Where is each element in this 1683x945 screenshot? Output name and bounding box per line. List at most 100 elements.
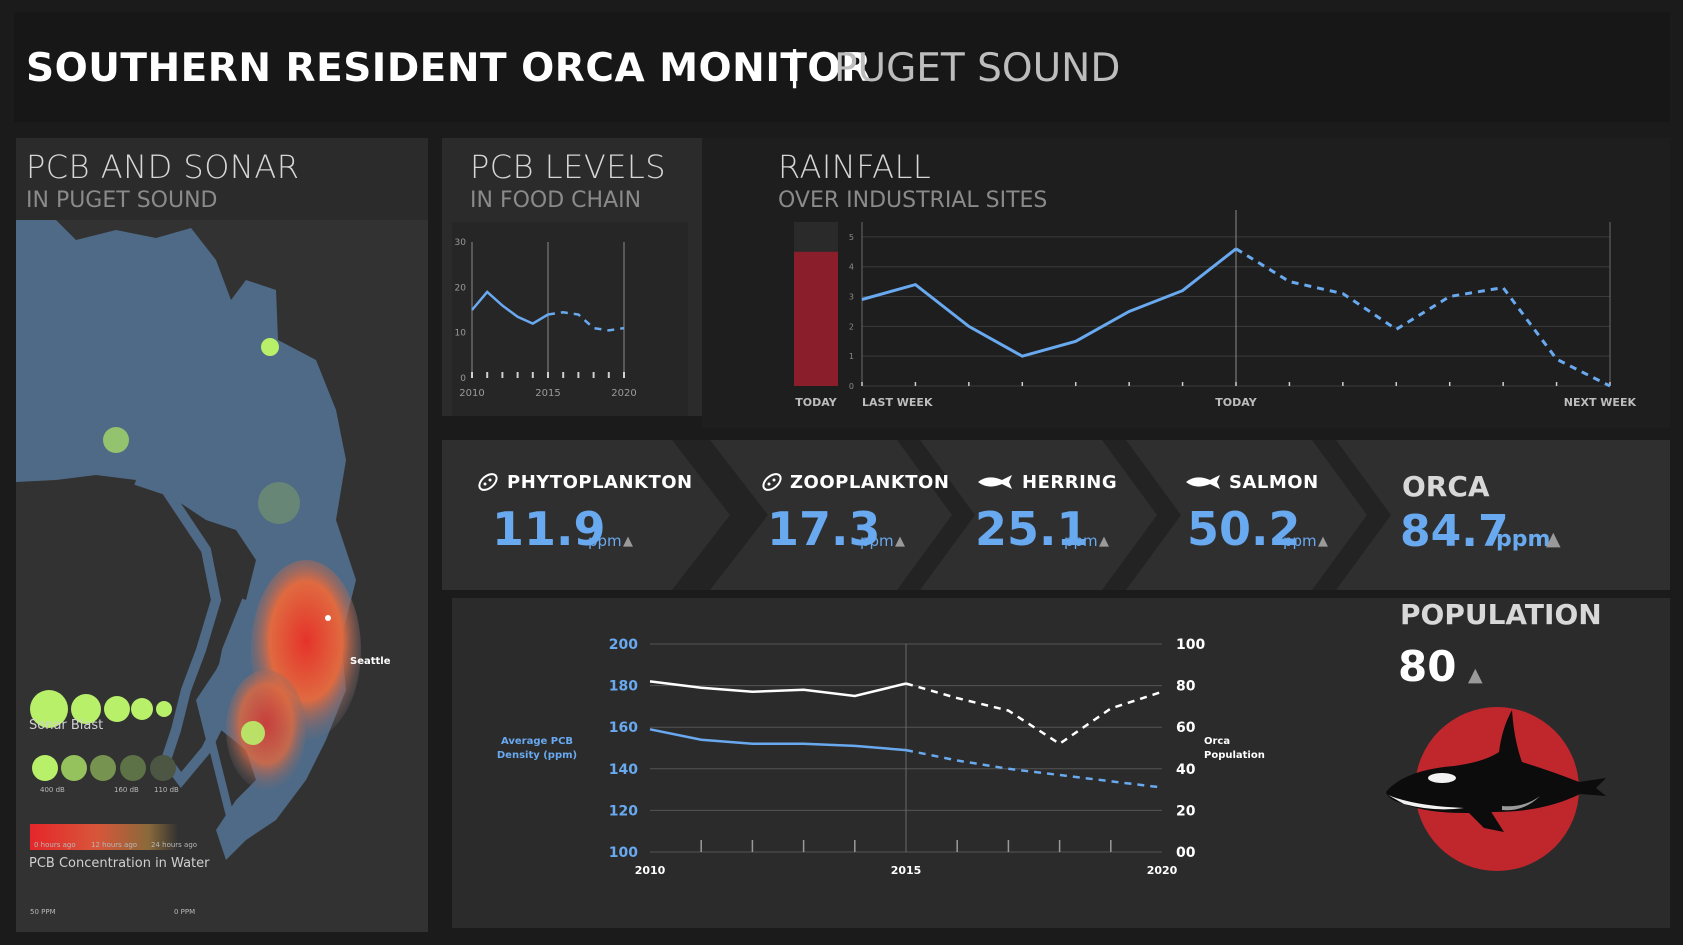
- trend-up-icon: ▲: [623, 534, 633, 549]
- sonar-size-label: 400 dB: [40, 786, 65, 794]
- sonar-time-label: 0 hours ago: [34, 841, 76, 849]
- sonar-time-legend: [32, 755, 58, 781]
- trend-up-icon: ▲: [895, 534, 905, 549]
- orca-icon: [1386, 707, 1606, 871]
- map-area[interactable]: [16, 220, 428, 932]
- sonar-legend-title: Sonar Blast: [29, 718, 104, 733]
- right-axis-tick: 20: [1176, 803, 1196, 819]
- right-axis-tick: 100: [1176, 637, 1205, 653]
- app-title: SOUTHERN RESIDENT ORCA MONITOR: [26, 46, 872, 91]
- y-tick-label: 0: [849, 382, 854, 391]
- x-tick-label: 2015: [891, 864, 922, 877]
- sonar-time-legend: [150, 755, 176, 781]
- left-axis-tick: 200: [609, 637, 638, 653]
- x-tick-label: 2020: [1147, 864, 1178, 877]
- sonar-time-legend: [120, 755, 146, 781]
- trend-up-icon: ▲: [1099, 534, 1109, 549]
- left-axis-label: Density (ppm): [497, 750, 577, 761]
- today-rain-bar: [794, 251, 838, 386]
- rain-panel-title: RAINFALL: [778, 148, 932, 186]
- right-axis-tick: 80: [1176, 679, 1196, 695]
- food-chain-label-herring: HERRING: [1022, 472, 1118, 493]
- right-axis-tick: 40: [1176, 762, 1196, 778]
- x-tick-label: 2010: [635, 864, 666, 877]
- sonar-time-label: 24 hours ago: [151, 841, 198, 849]
- orca-illustration: [1374, 700, 1614, 880]
- sonar-time-legend: [61, 755, 87, 781]
- sonar-size-legend: [156, 701, 172, 717]
- pcb-legend-high: 50 PPM: [30, 908, 56, 916]
- y-tick-label: 4: [849, 263, 854, 272]
- fish-icon: [976, 474, 1014, 494]
- pcb-panel-title: PCB LEVELS: [470, 148, 667, 186]
- left-axis-tick: 100: [609, 845, 638, 861]
- pcb-legend-low: 0 PPM: [174, 908, 196, 916]
- food-chain-unit: ppm: [588, 532, 622, 550]
- right-axis-label: Population: [1204, 750, 1265, 761]
- x-tick-label: TODAY: [1215, 396, 1257, 409]
- rain-series-line: [861, 247, 1237, 358]
- sonar-time-legend: [90, 755, 116, 781]
- pcb-legend-title: PCB Concentration in Water: [29, 856, 210, 871]
- y-tick-label: 1: [849, 352, 854, 361]
- pcb-food-chain-chart: 0 10 20 30 2010 2015 2020: [452, 222, 688, 416]
- right-axis-tick: 60: [1176, 720, 1196, 736]
- y-tick-label: 2: [849, 322, 854, 331]
- pcb-series-line: [547, 311, 625, 332]
- orca-trend-icon: ▲: [1546, 528, 1561, 550]
- y-tick-label: 5: [849, 233, 854, 242]
- x-tick-label: 2010: [459, 388, 484, 399]
- population-label: POPULATION: [1400, 598, 1602, 631]
- rainfall-chart: TODAY 0 1 2 3 4 5 LAST WEEK TODAY NEXT WEEK: [794, 210, 1637, 409]
- fish-icon: [1184, 474, 1222, 494]
- y-tick-label: 3: [849, 293, 854, 302]
- pcb-density-line: [649, 728, 907, 752]
- y-tick-label: 0: [460, 374, 466, 384]
- food-chain-unit: ppm: [860, 532, 894, 550]
- food-chain-label-zooplankton: ZOOPLANKTON: [790, 472, 950, 493]
- today-bar-label: TODAY: [795, 396, 837, 409]
- orca-population-line: [905, 682, 1163, 746]
- y-tick-label: 10: [455, 329, 467, 339]
- seattle-dot: [325, 615, 331, 621]
- pcb-panel-subtitle: IN FOOD CHAIN: [470, 188, 642, 213]
- left-axis-tick: 180: [609, 679, 638, 695]
- right-axis-label: Orca: [1204, 736, 1230, 747]
- sonar-size-label: 160 dB: [114, 786, 139, 794]
- pcb-vs-population-chart: 200 100 180 80 160 60 140 40 120 20 100 00 2010 2015 2…: [497, 637, 1265, 877]
- left-axis-tick: 160: [609, 720, 638, 736]
- sonar-size-legend: [104, 696, 130, 722]
- map-panel-title: PCB AND SONAR: [26, 148, 300, 186]
- sonar-blast-marker: [241, 721, 265, 745]
- population-trend-icon: ▲: [1468, 664, 1483, 686]
- trend-up-icon: ▲: [1318, 534, 1328, 549]
- city-label-seattle: Seattle: [350, 656, 391, 667]
- sonar-blast-marker: [103, 427, 129, 453]
- x-tick-label: NEXT WEEK: [1564, 396, 1637, 409]
- x-tick-label: 2015: [535, 388, 560, 399]
- plankton-icon: [760, 470, 784, 498]
- x-tick-label: 2020: [611, 388, 636, 399]
- y-tick-label: 20: [455, 283, 467, 293]
- orca-population-line: [649, 680, 907, 698]
- left-axis-tick: 140: [609, 762, 638, 778]
- sonar-blast-marker: [261, 338, 279, 356]
- title-separator: |: [788, 44, 802, 89]
- sonar-time-label: 12 hours ago: [91, 841, 138, 849]
- app-subtitle: PUGET SOUND: [834, 46, 1121, 91]
- pcb-hotspot-south: [226, 670, 306, 790]
- food-chain-label-phytoplankton: PHYTOPLANKTON: [507, 472, 693, 493]
- orca-label: ORCA: [1402, 470, 1490, 503]
- left-axis-label: Average PCB: [501, 736, 573, 747]
- food-chain-unit: ppm: [1064, 532, 1098, 550]
- left-axis-tick: 120: [609, 803, 638, 819]
- rain-series-line: [1235, 247, 1611, 388]
- food-chain-unit: ppm: [1283, 532, 1317, 550]
- x-tick-label: LAST WEEK: [862, 396, 933, 409]
- map-panel-subtitle: IN PUGET SOUND: [26, 188, 218, 213]
- food-chain-label-salmon: SALMON: [1229, 472, 1319, 493]
- plankton-icon: [476, 470, 500, 498]
- right-axis-tick: 00: [1176, 845, 1196, 861]
- orca-pcb-unit: ppm: [1496, 527, 1551, 552]
- sonar-size-label: 110 dB: [154, 786, 179, 794]
